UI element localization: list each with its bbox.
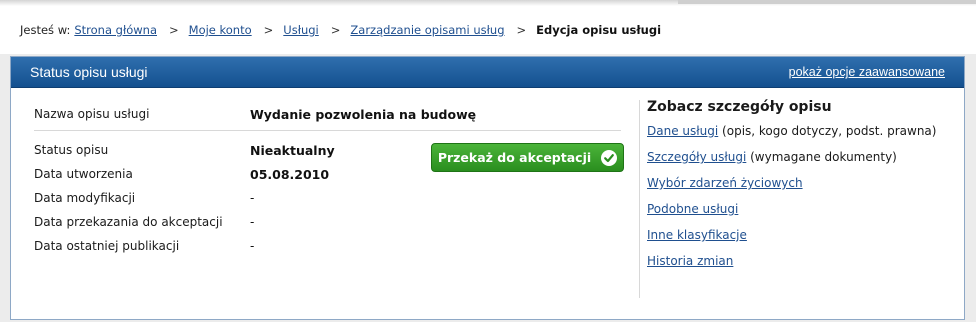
details-item: Wybór zdarzeń życiowych [647,175,947,191]
name-label: Nazwa opisu usługi [34,107,150,121]
breadcrumb: Jesteś w: Strona główna > Moje konto > U… [20,22,661,38]
breadcrumb-separator: > [330,23,341,37]
created-label: Data utworzenia [34,167,133,181]
details-link-similar-services[interactable]: Podobne usługi [647,202,738,216]
details-item: Dane usługi (opis, kogo dotyczy, podst. … [647,123,947,139]
breadcrumb-link-account[interactable]: Moje konto [189,23,252,37]
breadcrumb-link-manage[interactable]: Zarządzanie opisami usług [350,23,504,37]
breadcrumb-prefix: Jesteś w: [20,23,71,37]
breadcrumb-link-home[interactable]: Strona główna [74,23,157,37]
name-value: Wydanie pozwolenia na budowę [250,107,477,122]
published-label: Data ostatniej publikacji [34,239,180,253]
advanced-options-link[interactable]: pokaż opcje zaawansowane [789,65,945,79]
breadcrumb-link-services[interactable]: Usługi [283,23,318,37]
submit-for-acceptance-label: Przekaż do akceptacji [437,150,592,165]
submitted-value: - [250,215,255,229]
top-area: Jesteś w: Strona główna > Moje konto > U… [0,0,976,54]
details-desc: (wymagane dokumenty) [746,150,897,164]
submitted-label: Data przekazania do akceptacji [34,215,223,229]
breadcrumb-separator: > [169,23,179,37]
panel-header: Status opisu usługi pokaż opcje zaawanso… [11,57,964,88]
created-value: 05.08.2010 [250,167,330,182]
breadcrumb-separator: > [516,23,527,37]
vertical-separator [639,100,640,298]
details-item: Inne klasyfikacje [647,227,947,243]
details-link-other-classifications[interactable]: Inne klasyfikacje [647,228,747,242]
details-title: Zobacz szczegóły opisu [647,99,832,115]
status-label: Status opisu [34,143,109,157]
check-circle-icon [601,149,618,166]
details-desc: (opis, kogo dotyczy, podst. prawna) [718,124,937,138]
details-link-life-events[interactable]: Wybór zdarzeń życiowych [647,176,803,190]
details-item: Szczegóły usługi (wymagane dokumenty) [647,149,947,165]
info-divider [34,130,621,131]
submit-for-acceptance-button[interactable]: Przekaż do akceptacji [431,143,624,172]
breadcrumb-current: Edycja opisu usługi [536,23,662,37]
details-link-service-details[interactable]: Szczegóły usługi [647,150,746,164]
panel-title: Status opisu usługi [30,64,148,80]
breadcrumb-separator: > [263,23,274,37]
status-value: Nieaktualny [250,143,335,158]
modified-value: - [250,191,255,205]
details-sidebar: Zobacz szczegóły opisu Dane usługi (opis… [647,99,947,279]
details-link-service-data[interactable]: Dane usługi [647,124,718,138]
details-item: Historia zmian [647,253,947,269]
top-tab-strip [678,0,976,4]
details-item: Podobne usługi [647,201,947,217]
details-link-change-history[interactable]: Historia zmian [647,254,733,268]
published-value: - [250,239,255,253]
modified-label: Data modyfikacji [34,191,136,205]
status-panel: Status opisu usługi pokaż opcje zaawanso… [10,56,965,320]
